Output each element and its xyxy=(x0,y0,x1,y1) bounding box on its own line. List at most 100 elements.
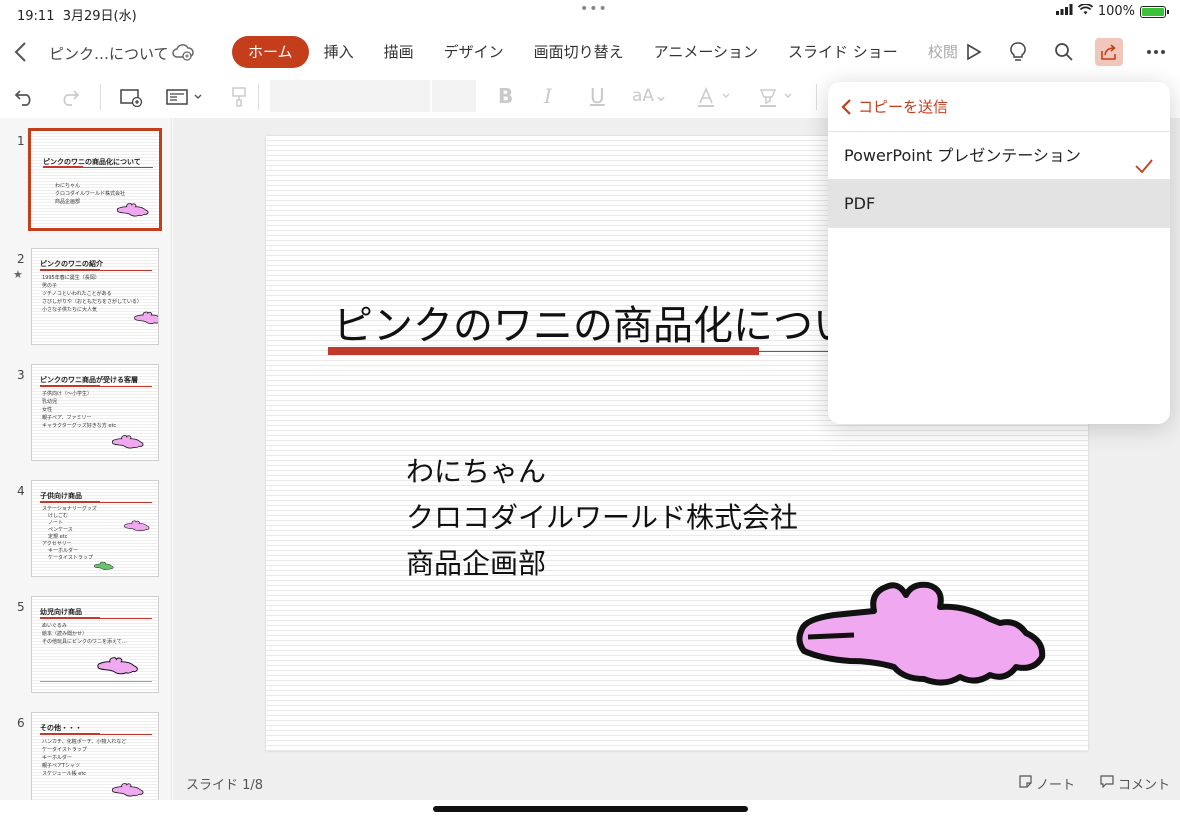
slide-subtitle-line[interactable]: わにちゃん xyxy=(406,450,546,490)
wifi-icon xyxy=(1077,3,1093,19)
search-icon[interactable] xyxy=(1050,38,1078,66)
thumbnail-text: クロコダイルワールド株式会社 xyxy=(55,191,126,197)
battery-percent: 100% xyxy=(1097,4,1135,19)
title-underline xyxy=(40,733,152,735)
pink-crocodile-image[interactable] xyxy=(794,579,1054,691)
italic-icon[interactable]: I xyxy=(544,84,552,108)
back-chevron-icon[interactable] xyxy=(840,98,852,120)
document-title[interactable]: ピンク…について xyxy=(49,43,169,64)
star-icon: ★ xyxy=(13,268,23,281)
tab-insert[interactable]: 挿入 xyxy=(309,36,369,68)
thumbnail-text: ペンケース xyxy=(48,527,73,533)
thumbnail-text: アクセサリー xyxy=(42,541,72,547)
thumbnail-row[interactable]: 3 ピンクのワニ商品が受ける客層 子供向け（〜小学生） 乳幼児 女性 親子ペア、… xyxy=(0,352,171,461)
play-icon[interactable] xyxy=(959,38,987,66)
title-bar: ピンク…について ホーム 挿入 描画 デザイン 画面切り替え アニメーション ス… xyxy=(0,28,1180,76)
slide-subtitle-line[interactable]: クロコダイルワールド株式会社 xyxy=(406,496,798,536)
thumbnail-text: けしごむ xyxy=(48,513,69,519)
tab-home[interactable]: ホーム xyxy=(232,36,309,68)
status-bar: 19:11 3月29日(水) ••• 100% xyxy=(0,0,1180,26)
lightbulb-icon[interactable] xyxy=(1004,38,1032,66)
thumbnail-row[interactable]: 2 ★ ピンクのワニの紹介 1995年春に誕生（長岡） 男の子 ツチノコといわれ… xyxy=(0,236,171,345)
thumbnail-row[interactable]: 1 ピンクのワニの商品化について わにちゃん クロコダイルワールド株式会社 商品… xyxy=(0,118,171,231)
bold-icon[interactable]: B xyxy=(498,84,513,108)
slide-thumbnail[interactable]: 幼児向け商品 ぬいぐるみ 絵本（読み聞かせ） その他玩具にピンクのワニを添えて… xyxy=(31,596,159,693)
home-indicator[interactable] xyxy=(433,806,748,812)
thumbnail-text: スケジュール帳 etc xyxy=(42,771,87,777)
thumbnail-row[interactable]: 4 子供向け商品 ステーショナリーグッズ けしごむ ノート ペンケース 定規 e… xyxy=(0,468,171,577)
title-underline xyxy=(40,501,152,503)
layout-dropdown-icon[interactable] xyxy=(164,84,206,110)
thumbnail-row[interactable]: 6 その他・・・ ハンカチ、化粧ポーチ、小物入れなど ケータイストラップ キーホ… xyxy=(0,700,171,800)
comments-label: コメント xyxy=(1118,778,1171,793)
font-name-field[interactable] xyxy=(270,80,430,112)
thumbnail-text: ステーショナリーグッズ xyxy=(42,506,97,512)
thumbnail-row[interactable]: 5 幼児向け商品 ぬいぐるみ 絵本（読み聞かせ） その他玩具にピンクのワニを添え… xyxy=(0,584,171,693)
thumbnail-title: ピンクのワニ商品が受ける客層 xyxy=(40,376,138,384)
tab-slideshow[interactable]: スライド ショー xyxy=(773,36,913,68)
tab-review[interactable]: 校閲 xyxy=(913,36,962,68)
slide-number: 3 xyxy=(17,368,25,382)
pink-crocodile-image xyxy=(111,435,144,449)
cloud-sync-icon[interactable] xyxy=(172,42,194,62)
slide-thumbnail[interactable]: ピンクのワニの紹介 1995年春に誕生（長岡） 男の子 ツチノコといわれたことが… xyxy=(31,248,159,345)
thumbnail-title: 子供向け商品 xyxy=(40,492,82,500)
underline-icon[interactable]: U xyxy=(590,84,605,108)
tab-transitions[interactable]: 画面切り替え xyxy=(519,36,639,68)
tab-design[interactable]: デザイン xyxy=(429,36,519,68)
slide-thumbnail[interactable]: ピンクのワニの商品化について わにちゃん クロコダイルワールド株式会社 商品企画… xyxy=(28,128,162,231)
tab-draw[interactable]: 描画 xyxy=(369,36,429,68)
note-icon xyxy=(1019,775,1032,792)
format-option-pdf[interactable]: PDF xyxy=(828,180,1170,228)
thumbnail-text: ノート xyxy=(48,520,64,526)
slide-thumbnail[interactable]: その他・・・ ハンカチ、化粧ポーチ、小物入れなど ケータイストラップ キーホルダ… xyxy=(31,712,159,800)
comments-button[interactable]: コメント xyxy=(1100,774,1170,793)
thumbnail-text: キーホルダー xyxy=(42,755,73,761)
thumbnail-text: 定規 etc xyxy=(48,534,68,540)
battery-icon xyxy=(1140,5,1169,18)
font-size-change-icon[interactable]: aA⌄ xyxy=(632,86,668,106)
pink-crocodile-image xyxy=(116,203,149,217)
thumbnail-title: 幼児向け商品 xyxy=(40,608,82,616)
font-color-icon[interactable] xyxy=(696,86,736,113)
pink-crocodile-image xyxy=(97,657,138,675)
font-size-field[interactable] xyxy=(432,80,476,112)
highlight-icon[interactable] xyxy=(758,86,798,113)
popover-header[interactable]: コピーを送信 xyxy=(828,82,1170,132)
thumbnail-text: 子供向け（〜小学生） xyxy=(42,391,93,397)
thumbnail-text: 商品企画部 xyxy=(55,199,81,205)
slide-thumbnail[interactable]: 子供向け商品 ステーショナリーグッズ けしごむ ノート ペンケース 定規 etc… xyxy=(31,480,159,577)
notes-button[interactable]: ノート xyxy=(1019,774,1075,793)
slide-number: 4 xyxy=(17,484,25,498)
slide-number: 1 xyxy=(17,134,25,148)
format-option-powerpoint[interactable]: PowerPoint プレゼンテーション xyxy=(828,132,1170,180)
thumbnail-text: 親子ペアTシャツ xyxy=(42,763,81,769)
tab-animations[interactable]: アニメーション xyxy=(639,36,773,68)
slide-subtitle-line[interactable]: 商品企画部 xyxy=(406,542,546,582)
share-icon[interactable] xyxy=(1095,38,1123,66)
thumbnail-text: 乳幼児 xyxy=(42,399,58,405)
toolbar-divider xyxy=(816,84,817,110)
green-crocodile-image xyxy=(94,561,114,570)
ribbon-tabs: ホーム 挿入 描画 デザイン 画面切り替え アニメーション スライド ショー 校… xyxy=(232,36,962,68)
thumbnail-text: 1995年春に誕生（長岡） xyxy=(42,275,100,281)
multitask-dots-icon[interactable]: ••• xyxy=(580,1,608,17)
thumbnail-text: ハンカチ、化粧ポーチ、小物入れなど xyxy=(42,739,127,745)
slide-number: 5 xyxy=(17,600,25,614)
thumbnail-text: 小さな子供たちに大人気 xyxy=(42,307,98,313)
back-chevron-icon[interactable] xyxy=(12,40,30,64)
undo-icon[interactable] xyxy=(12,84,38,110)
new-slide-icon[interactable] xyxy=(118,84,144,110)
thumbnail-text: その他玩具にピンクのワニを添えて… xyxy=(42,639,127,645)
popover-title[interactable]: コピーを送信 xyxy=(858,96,948,117)
send-copy-popover: コピーを送信 PowerPoint プレゼンテーション PDF xyxy=(828,82,1170,424)
thumbnail-text: 女性 xyxy=(42,407,53,413)
slide-thumbnail-panel[interactable]: 1 ピンクのワニの商品化について わにちゃん クロコダイルワールド株式会社 商品… xyxy=(0,118,172,800)
format-painter-icon[interactable] xyxy=(228,84,250,110)
slide-title[interactable]: ピンクのワニの商品化について xyxy=(333,293,892,351)
pink-crocodile-image xyxy=(111,783,144,797)
more-options-icon[interactable] xyxy=(1142,38,1170,66)
slide-thumbnail[interactable]: ピンクのワニ商品が受ける客層 子供向け（〜小学生） 乳幼児 女性 親子ペア、ファ… xyxy=(31,364,159,461)
redo-icon[interactable] xyxy=(56,84,82,110)
notes-label: ノート xyxy=(1036,778,1076,793)
